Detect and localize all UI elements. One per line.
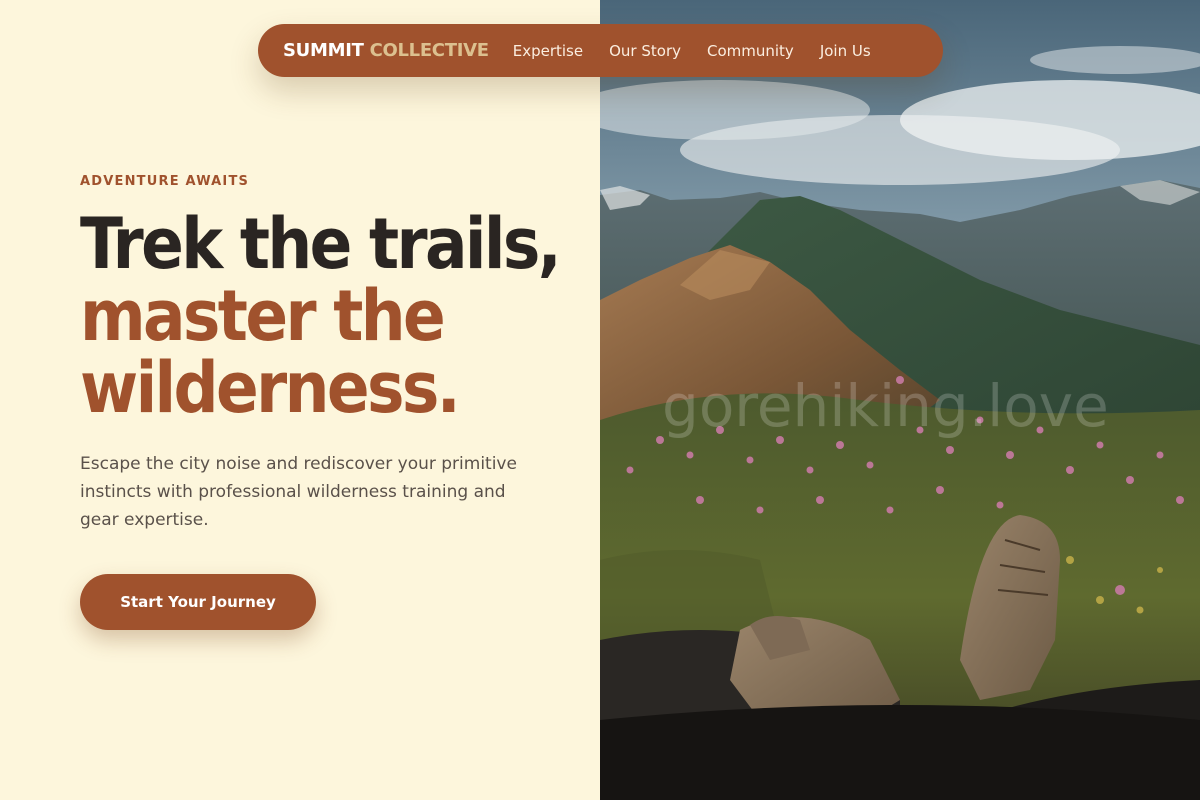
brand-logo[interactable]: SUMMIT COLLECTIVE xyxy=(283,40,489,61)
nav-link-join-us[interactable]: Join Us xyxy=(820,42,871,60)
hero-headline: Trek the trails, master the wilderness. xyxy=(80,208,580,424)
nav-link-our-story[interactable]: Our Story xyxy=(609,42,681,60)
watermark-text: gorehiking.love xyxy=(662,372,1109,440)
hero-eyebrow: ADVENTURE AWAITS xyxy=(80,174,250,189)
headline-line-2: master the xyxy=(80,275,446,357)
main-navbar: SUMMIT COLLECTIVE Expertise Our Story Co… xyxy=(258,24,943,77)
start-journey-button[interactable]: Start Your Journey xyxy=(80,574,316,630)
brand-secondary-text: COLLECTIVE xyxy=(369,40,489,61)
nav-link-community[interactable]: Community xyxy=(707,42,794,60)
brand-primary-text: SUMMIT xyxy=(283,40,364,61)
headline-line-3: wilderness. xyxy=(80,347,461,429)
headline-line-1: Trek the trails, xyxy=(80,203,562,285)
nav-link-expertise[interactable]: Expertise xyxy=(513,42,583,60)
hero-description: Escape the city noise and rediscover you… xyxy=(80,454,517,530)
